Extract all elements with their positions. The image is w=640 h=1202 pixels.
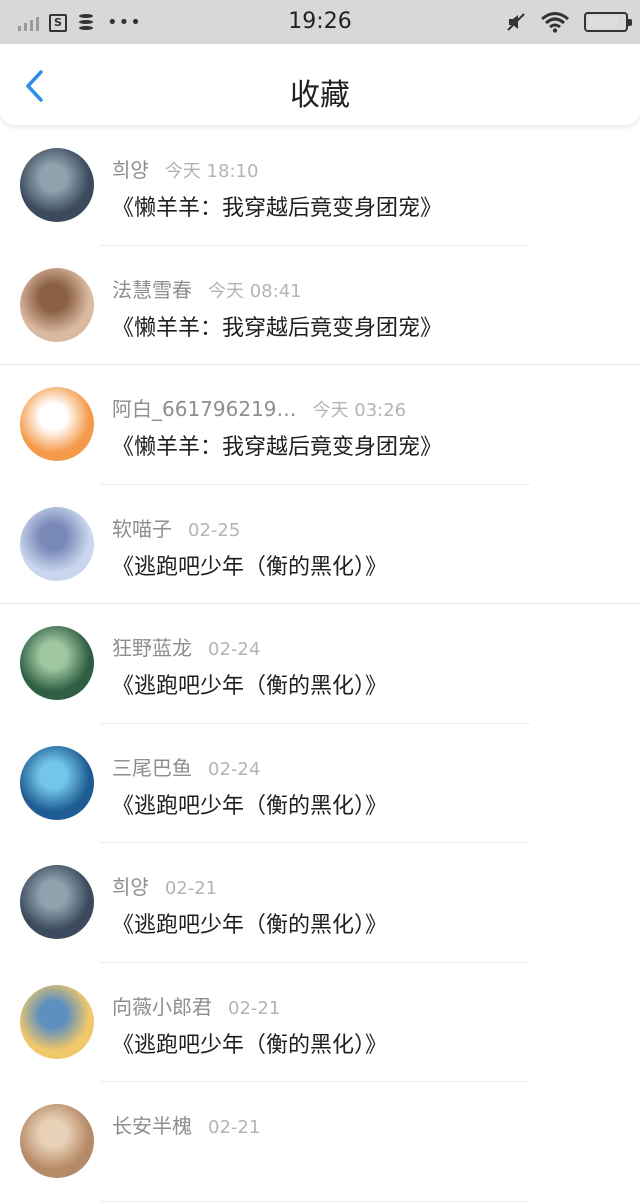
list-item[interactable]: 软喵子 02-25 《逃跑吧少年（衡的黑化）》 — [0, 485, 640, 604]
user-name[interactable]: 희양 — [112, 875, 149, 899]
timestamp: 02-21 — [164, 878, 218, 899]
item-meta: 法慧雪春 今天 08:41 — [112, 274, 302, 303]
book-title[interactable]: 《逃跑吧少年（衡的黑化）》 — [112, 907, 387, 939]
nav-bar: 收藏 — [0, 44, 640, 126]
list-item[interactable]: 三尾巴鱼 02-24 《逃跑吧少年（衡的黑化）》 — [0, 724, 640, 843]
user-name[interactable]: 희양 — [112, 158, 149, 182]
wifi-icon — [541, 12, 569, 33]
user-name[interactable]: 狂野蓝龙 — [112, 636, 192, 660]
list-item[interactable]: 狂野蓝龙 02-24 《逃跑吧少年（衡的黑化）》 — [0, 604, 640, 724]
mute-icon — [507, 13, 525, 31]
user-name[interactable]: 向薇小郎君 — [112, 995, 212, 1019]
book-title[interactable]: 《逃跑吧少年（衡的黑化）》 — [112, 1027, 387, 1059]
chevron-left-icon — [26, 70, 43, 102]
item-meta: 软喵子 02-25 — [112, 513, 240, 542]
favorites-list: 희양 今天 18:10 《懒羊羊：我穿越后竟变身团宠》 法慧雪春 今天 08:41 《懒羊… — [0, 126, 640, 1202]
book-title[interactable]: 《逃跑吧少年（衡的黑化）》 — [112, 668, 387, 700]
list-item[interactable]: 阿白_661796219… 今天 03:26 《懒羊羊：我穿越后竟变身团宠》 — [0, 365, 640, 485]
user-name[interactable]: 软喵子 — [112, 517, 172, 541]
avatar[interactable] — [20, 984, 94, 1059]
timestamp: 02-24 — [208, 639, 261, 660]
timestamp: 今天 08:41 — [208, 280, 302, 302]
divider — [100, 1200, 530, 1202]
timestamp: 02-21 — [228, 997, 281, 1019]
book-title[interactable]: 《懒羊羊：我穿越后竟变身团宠》 — [112, 429, 442, 461]
avatar[interactable] — [20, 267, 94, 342]
timestamp: 今天 03:26 — [312, 400, 407, 421]
list-item[interactable]: 长安半槐 02-21 — [0, 1082, 640, 1202]
list-item[interactable]: 法慧雪春 今天 08:41 《懒羊羊：我穿越后竟变身团宠》 — [0, 246, 640, 365]
item-meta: 희양 02-21 — [112, 871, 217, 900]
list-item[interactable]: 向薇小郎君 02-21 《逃跑吧少年（衡的黑化）》 — [0, 963, 640, 1082]
avatar[interactable] — [20, 148, 94, 222]
timestamp: 02-25 — [188, 519, 241, 541]
book-title[interactable]: 《懒羊羊：我穿越后竟变身团宠》 — [112, 190, 442, 222]
avatar[interactable] — [20, 506, 94, 581]
book-title[interactable]: 《逃跑吧少年（衡的黑化）》 — [112, 788, 387, 820]
avatar[interactable] — [20, 626, 94, 700]
item-meta: 三尾巴鱼 02-24 — [112, 752, 260, 781]
user-name[interactable]: 法慧雪春 — [112, 278, 192, 302]
book-title[interactable]: 《逃跑吧少年（衡的黑化）》 — [112, 549, 387, 581]
status-right — [506, 11, 632, 33]
back-button[interactable] — [14, 66, 54, 106]
list-item[interactable]: 희양 今天 18:10 《懒羊羊：我穿越后竟变身团宠》 — [0, 126, 640, 246]
avatar[interactable] — [20, 387, 94, 461]
avatar[interactable] — [20, 865, 94, 939]
item-meta: 狂野蓝龙 02-24 — [112, 632, 260, 661]
item-meta: 向薇小郎君 02-21 — [112, 991, 280, 1020]
list-item[interactable]: 희양 02-21 《逃跑吧少年（衡的黑化）》 — [0, 843, 640, 963]
status-bar: S ••• 19:26 — [0, 0, 640, 44]
avatar[interactable] — [20, 745, 94, 820]
avatar[interactable] — [20, 1104, 94, 1178]
battery-icon — [584, 12, 632, 32]
book-title[interactable]: 《懒羊羊：我穿越后竟变身团宠》 — [112, 310, 442, 342]
page-title: 收藏 — [290, 78, 350, 113]
timestamp: 02-24 — [208, 758, 261, 780]
user-name[interactable]: 三尾巴鱼 — [112, 756, 192, 780]
item-meta: 阿白_661796219… 今天 03:26 — [112, 393, 406, 422]
item-meta: 희양 今天 18:10 — [112, 154, 258, 183]
user-name[interactable]: 阿白_661796219… — [112, 397, 297, 421]
timestamp: 今天 18:10 — [164, 161, 259, 182]
timestamp: 02-21 — [208, 1117, 261, 1138]
item-meta: 长安半槐 02-21 — [112, 1110, 260, 1139]
user-name[interactable]: 长安半槐 — [112, 1114, 192, 1138]
